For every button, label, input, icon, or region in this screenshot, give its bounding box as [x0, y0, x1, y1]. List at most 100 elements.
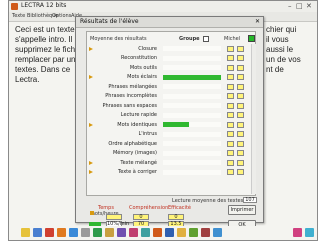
- row-score-box: [227, 74, 234, 80]
- doc-line: remplacer par un: [15, 55, 76, 64]
- groupe-checkbox[interactable]: [203, 36, 209, 42]
- dialog-title-bar: Résultats de l'élève ✕: [76, 17, 263, 28]
- row-bar-track: [163, 169, 221, 175]
- row-arrow-icon[interactable]: [89, 160, 93, 165]
- toolbar-doc-icon[interactable]: [81, 228, 90, 237]
- row-arrow-icon[interactable]: [89, 75, 93, 79]
- row-label: Phrases mélangées: [108, 83, 157, 90]
- row-score-box: [227, 93, 234, 99]
- row-label: L'intrus: [138, 131, 157, 137]
- toolbar-letters-icon[interactable]: [45, 228, 54, 237]
- row-bar-track: [163, 150, 221, 156]
- minimize-button[interactable]: –: [288, 2, 292, 11]
- row-bar-track: [163, 65, 221, 70]
- row-group-box: [237, 74, 244, 80]
- row-bar-track: [163, 55, 221, 61]
- close-button[interactable]: ✕: [306, 2, 312, 11]
- row-group-box: [237, 55, 244, 61]
- student-selected-indicator[interactable]: [248, 35, 255, 42]
- doc-line: supprimez le fich: [15, 45, 76, 54]
- maximize-button[interactable]: □: [296, 2, 303, 11]
- row-label: Lecture rapide: [120, 112, 157, 118]
- row-label: Texte à corriger: [118, 169, 157, 175]
- row-score-box: [227, 64, 234, 71]
- toolbar-sort-icon[interactable]: [141, 228, 150, 237]
- row-score-box: [227, 83, 234, 90]
- toolbar-face-icon[interactable]: [105, 228, 114, 237]
- toolbar-abc-icon[interactable]: [117, 228, 126, 237]
- row-group-box: [237, 64, 244, 71]
- doc-line: textes. Dans ce: [15, 65, 71, 74]
- row-bar-track: [163, 160, 221, 165]
- toolbar-settings-icon[interactable]: [305, 228, 314, 237]
- toolbar-puzzle-icon[interactable]: [93, 228, 102, 237]
- row-label: Reconstitution: [121, 55, 157, 61]
- results-dialog: Résultats de l'élève ✕ Moyenne des résul…: [75, 16, 264, 230]
- row-label: Phrases sans espaces: [102, 102, 157, 109]
- doc-line: s'appelle intro. Il: [15, 35, 73, 44]
- row-score-bar: [163, 122, 190, 127]
- row-group-box: [237, 131, 244, 137]
- doc-line: il vous: [266, 35, 289, 44]
- toolbar-chart-icon[interactable]: [189, 228, 198, 237]
- row-bar-track: [163, 131, 221, 137]
- doc-line: un de vos: [266, 55, 301, 64]
- doc-line: Ceci est un texte: [15, 25, 75, 34]
- row-score-box: [227, 45, 234, 52]
- toolbar-exit-icon[interactable]: [213, 228, 222, 237]
- row-bar-track: [163, 103, 221, 108]
- toolbar-text-icon[interactable]: [129, 228, 138, 237]
- doc-line: chier qui: [266, 25, 297, 34]
- row-group-box: [237, 159, 244, 166]
- toolbar-image-icon[interactable]: [69, 228, 78, 237]
- header-groupe: Groupe: [179, 36, 200, 42]
- app-icon: [11, 3, 18, 10]
- doc-line: nt de: [266, 65, 284, 74]
- row-score-box: [227, 169, 234, 175]
- window-title: LECTRA 12 bits: [21, 2, 67, 9]
- row-bar-track: [163, 46, 221, 51]
- toolbar-users-icon[interactable]: [293, 228, 302, 237]
- toolbar-cards-icon[interactable]: [165, 228, 174, 237]
- row-label: Phrases incomplètes: [105, 93, 157, 99]
- header-average: Moyenne des résultats: [90, 36, 147, 42]
- row-score-box: [227, 55, 234, 61]
- col-comprehension: Compréhension: [129, 205, 169, 211]
- row-bar-track: [163, 93, 221, 99]
- dialog-close-icon[interactable]: ✕: [255, 18, 260, 25]
- toolbar-grid-icon[interactable]: [33, 228, 42, 237]
- toolbar-flag-icon[interactable]: [153, 228, 162, 237]
- efficacite-value-1: 0: [168, 214, 184, 220]
- global-reading-label: Lecture moyenne des textes: [172, 198, 244, 204]
- panel-scrollbar[interactable]: [251, 44, 256, 194]
- row-score-bar: [163, 74, 221, 80]
- row-arrow-icon[interactable]: [89, 170, 93, 174]
- print-button[interactable]: Imprimer: [228, 205, 256, 215]
- row-group-box: [237, 140, 244, 147]
- row-score-box: [227, 150, 234, 156]
- row-label: Texte mélangé: [120, 159, 157, 166]
- row-bar-track: [163, 141, 221, 146]
- row-arrow-icon[interactable]: [89, 122, 93, 127]
- row-group-box: [237, 45, 244, 52]
- row-group-box: [237, 93, 244, 99]
- menu-texte[interactable]: Texte: [12, 13, 25, 19]
- row-score-box: [227, 112, 234, 118]
- toolbar-book-icon[interactable]: [21, 228, 30, 237]
- row-group-box: [237, 83, 244, 90]
- toolbar-stats-icon[interactable]: [201, 228, 210, 237]
- col-efficacite: Efficacité: [168, 205, 191, 211]
- toolbar-pencil-icon[interactable]: [57, 228, 66, 237]
- toolbar-clock-icon[interactable]: [177, 228, 186, 237]
- row-group-box: [237, 169, 244, 175]
- row-label: Mots éclairs: [127, 74, 157, 80]
- dialog-title: Résultats de l'élève: [80, 18, 139, 25]
- row-arrow-icon[interactable]: [89, 46, 93, 51]
- menu-options[interactable]: Options: [52, 13, 71, 19]
- row-label: Mots outils: [129, 64, 157, 71]
- row-label: Ordre alphabétique: [108, 140, 157, 147]
- row-group-box: [237, 150, 244, 156]
- row-score-box: [227, 121, 234, 128]
- row-score-box: [227, 159, 234, 166]
- app-window: LECTRA 12 bits – □ ✕ Texte Bibliothèque …: [8, 0, 318, 241]
